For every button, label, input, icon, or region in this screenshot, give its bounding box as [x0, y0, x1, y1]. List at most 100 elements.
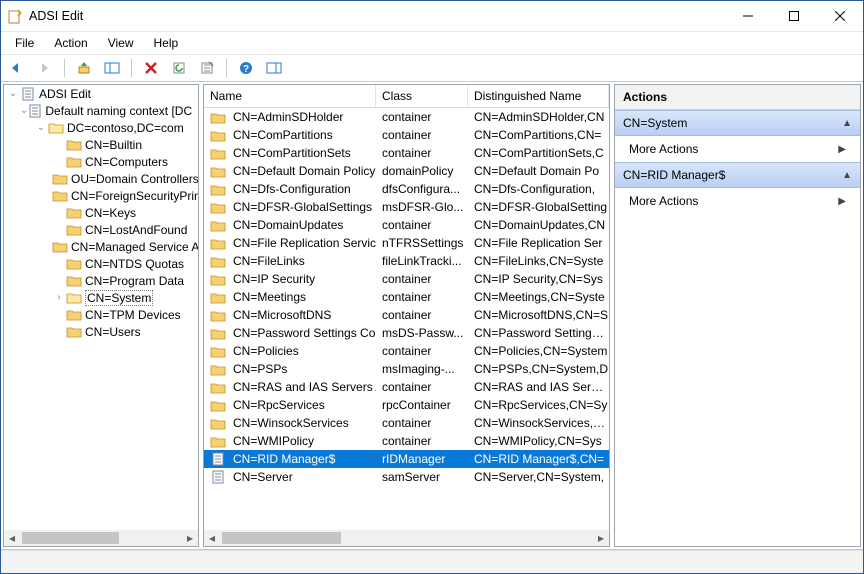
cell-dn: CN=RpcServices,CN=Sy — [468, 398, 609, 412]
actions-more-rid[interactable]: More Actions ▶ — [615, 188, 860, 214]
tree-label: CN=Program Data — [85, 274, 184, 288]
cell-class: container — [376, 380, 468, 394]
submenu-icon: ▶ — [838, 196, 846, 207]
expand-icon[interactable]: › — [52, 292, 66, 303]
cell-dn: CN=DomainUpdates,CN — [468, 218, 609, 232]
actions-section-rid[interactable]: CN=RID Manager$ ▲ — [615, 162, 860, 188]
list-row[interactable]: CN=FileLinks fileLinkTracki... CN=FileLi… — [204, 252, 609, 270]
tree-context[interactable]: ⌄ Default naming context [DC — [4, 102, 198, 119]
col-name[interactable]: Name — [204, 85, 376, 107]
cell-name: CN=File Replication Service — [233, 236, 376, 250]
up-button[interactable] — [72, 56, 96, 80]
list-row[interactable]: CN=ComPartitionSets container CN=ComPart… — [204, 144, 609, 162]
list-row[interactable]: CN=DFSR-GlobalSettings msDFSR-Glo... CN=… — [204, 198, 609, 216]
tree-label: CN=Users — [85, 325, 141, 339]
list-row[interactable]: CN=RID Manager$ rIDManager CN=RID Manage… — [204, 450, 609, 468]
back-button[interactable] — [5, 56, 29, 80]
cell-class: container — [376, 110, 468, 124]
close-button[interactable] — [817, 1, 863, 31]
actions-more-system[interactable]: More Actions ▶ — [615, 136, 860, 162]
tree-item[interactable]: CN=Program Data — [4, 272, 198, 289]
tree-item[interactable]: CN=Computers — [4, 153, 198, 170]
export-list-button[interactable] — [195, 56, 219, 80]
list-row[interactable]: CN=Password Settings Con... msDS-Passw..… — [204, 324, 609, 342]
list-row[interactable]: CN=WinsockServices container CN=WinsockS… — [204, 414, 609, 432]
folder-icon — [210, 308, 226, 322]
tree-item[interactable]: › CN=System — [4, 289, 198, 306]
show-hide-tree-button[interactable] — [100, 56, 124, 80]
client-area: ⌄ ADSI Edit ⌄ Default naming context [DC… — [1, 82, 863, 550]
tree-item[interactable]: OU=Domain Controllers — [4, 170, 198, 187]
list-row[interactable]: CN=IP Security container CN=IP Security,… — [204, 270, 609, 288]
list-row[interactable]: CN=Dfs-Configuration dfsConfigura... CN=… — [204, 180, 609, 198]
tree-item[interactable]: CN=Keys — [4, 204, 198, 221]
actions-section-system[interactable]: CN=System ▲ — [615, 110, 860, 136]
cell-class: rpcContainer — [376, 398, 468, 412]
menu-file[interactable]: File — [5, 34, 44, 52]
tree-label: CN=Keys — [85, 206, 136, 220]
cell-class: rIDManager — [376, 452, 468, 466]
actions-item-label: More Actions — [629, 142, 698, 156]
cell-name: CN=ComPartitions — [233, 128, 333, 142]
titlebar[interactable]: ADSI Edit — [1, 1, 863, 31]
cell-class: container — [376, 416, 468, 430]
cell-class: container — [376, 272, 468, 286]
list-row[interactable]: CN=Server samServer CN=Server,CN=System, — [204, 468, 609, 486]
folder-icon — [210, 380, 226, 394]
folder-icon — [210, 416, 226, 430]
list-row[interactable]: CN=MicrosoftDNS container CN=MicrosoftDN… — [204, 306, 609, 324]
col-dn[interactable]: Distinguished Name — [468, 85, 609, 107]
tree-item[interactable]: CN=ForeignSecurityPrincipals — [4, 187, 198, 204]
tree-domain[interactable]: ⌄ DC=contoso,DC=com — [4, 119, 198, 136]
list-row[interactable]: CN=Default Domain Policy domainPolicy CN… — [204, 162, 609, 180]
tree-item[interactable]: CN=Builtin — [4, 136, 198, 153]
list-row[interactable]: CN=File Replication Service nTFRSSetting… — [204, 234, 609, 252]
list-row[interactable]: CN=RAS and IAS Servers Ac... container C… — [204, 378, 609, 396]
folder-icon — [210, 344, 226, 358]
collapse-icon[interactable]: ⌄ — [34, 122, 48, 133]
menu-view[interactable]: View — [98, 34, 144, 52]
tree-item[interactable]: CN=TPM Devices — [4, 306, 198, 323]
cell-dn: CN=FileLinks,CN=Syste — [468, 254, 609, 268]
list-row[interactable]: CN=DomainUpdates container CN=DomainUpda… — [204, 216, 609, 234]
show-hide-actions-button[interactable] — [262, 56, 286, 80]
tree-item[interactable]: CN=NTDS Quotas — [4, 255, 198, 272]
list-row[interactable]: CN=Meetings container CN=Meetings,CN=Sys… — [204, 288, 609, 306]
cell-name: CN=IP Security — [233, 272, 315, 286]
collapse-icon[interactable]: ⌄ — [20, 105, 28, 116]
folder-icon — [210, 218, 226, 232]
tree-root[interactable]: ⌄ ADSI Edit — [4, 85, 198, 102]
cell-name: CN=ComPartitionSets — [233, 146, 351, 160]
help-button[interactable]: ? — [234, 56, 258, 80]
list-header: Name Class Distinguished Name — [204, 85, 609, 108]
tree-item[interactable]: CN=Users — [4, 323, 198, 340]
cell-dn: CN=ComPartitions,CN= — [468, 128, 609, 142]
delete-button[interactable] — [139, 56, 163, 80]
col-class[interactable]: Class — [376, 85, 468, 107]
cell-name: CN=RID Manager$ — [233, 452, 335, 466]
actions-title: Actions — [615, 85, 860, 110]
folder-open-icon — [48, 121, 64, 135]
list-row[interactable]: CN=Policies container CN=Policies,CN=Sys… — [204, 342, 609, 360]
list-row[interactable]: CN=RpcServices rpcContainer CN=RpcServic… — [204, 396, 609, 414]
maximize-button[interactable] — [771, 1, 817, 31]
folder-icon — [210, 290, 226, 304]
list-hscroll[interactable]: ◂ ▸ — [204, 530, 609, 546]
tree-item[interactable]: CN=Managed Service Accounts — [4, 238, 198, 255]
cell-dn: CN=WinsockServices,CN — [468, 416, 609, 430]
refresh-button[interactable] — [167, 56, 191, 80]
list-row[interactable]: CN=ComPartitions container CN=ComPartiti… — [204, 126, 609, 144]
tree-label: CN=Managed Service Accounts — [71, 240, 198, 254]
list-row[interactable]: CN=WMIPolicy container CN=WMIPolicy,CN=S… — [204, 432, 609, 450]
status-bar — [1, 550, 863, 573]
menu-action[interactable]: Action — [44, 34, 97, 52]
tree-pane: ⌄ ADSI Edit ⌄ Default naming context [DC… — [3, 84, 199, 547]
collapse-icon[interactable]: ⌄ — [6, 88, 20, 99]
list-row[interactable]: CN=PSPs msImaging-... CN=PSPs,CN=System,… — [204, 360, 609, 378]
tree-hscroll[interactable]: ◂ ▸ — [4, 530, 198, 546]
minimize-button[interactable] — [725, 1, 771, 31]
menu-help[interactable]: Help — [144, 34, 189, 52]
tree-item[interactable]: CN=LostAndFound — [4, 221, 198, 238]
list-row[interactable]: CN=AdminSDHolder container CN=AdminSDHol… — [204, 108, 609, 126]
forward-button[interactable] — [33, 56, 57, 80]
